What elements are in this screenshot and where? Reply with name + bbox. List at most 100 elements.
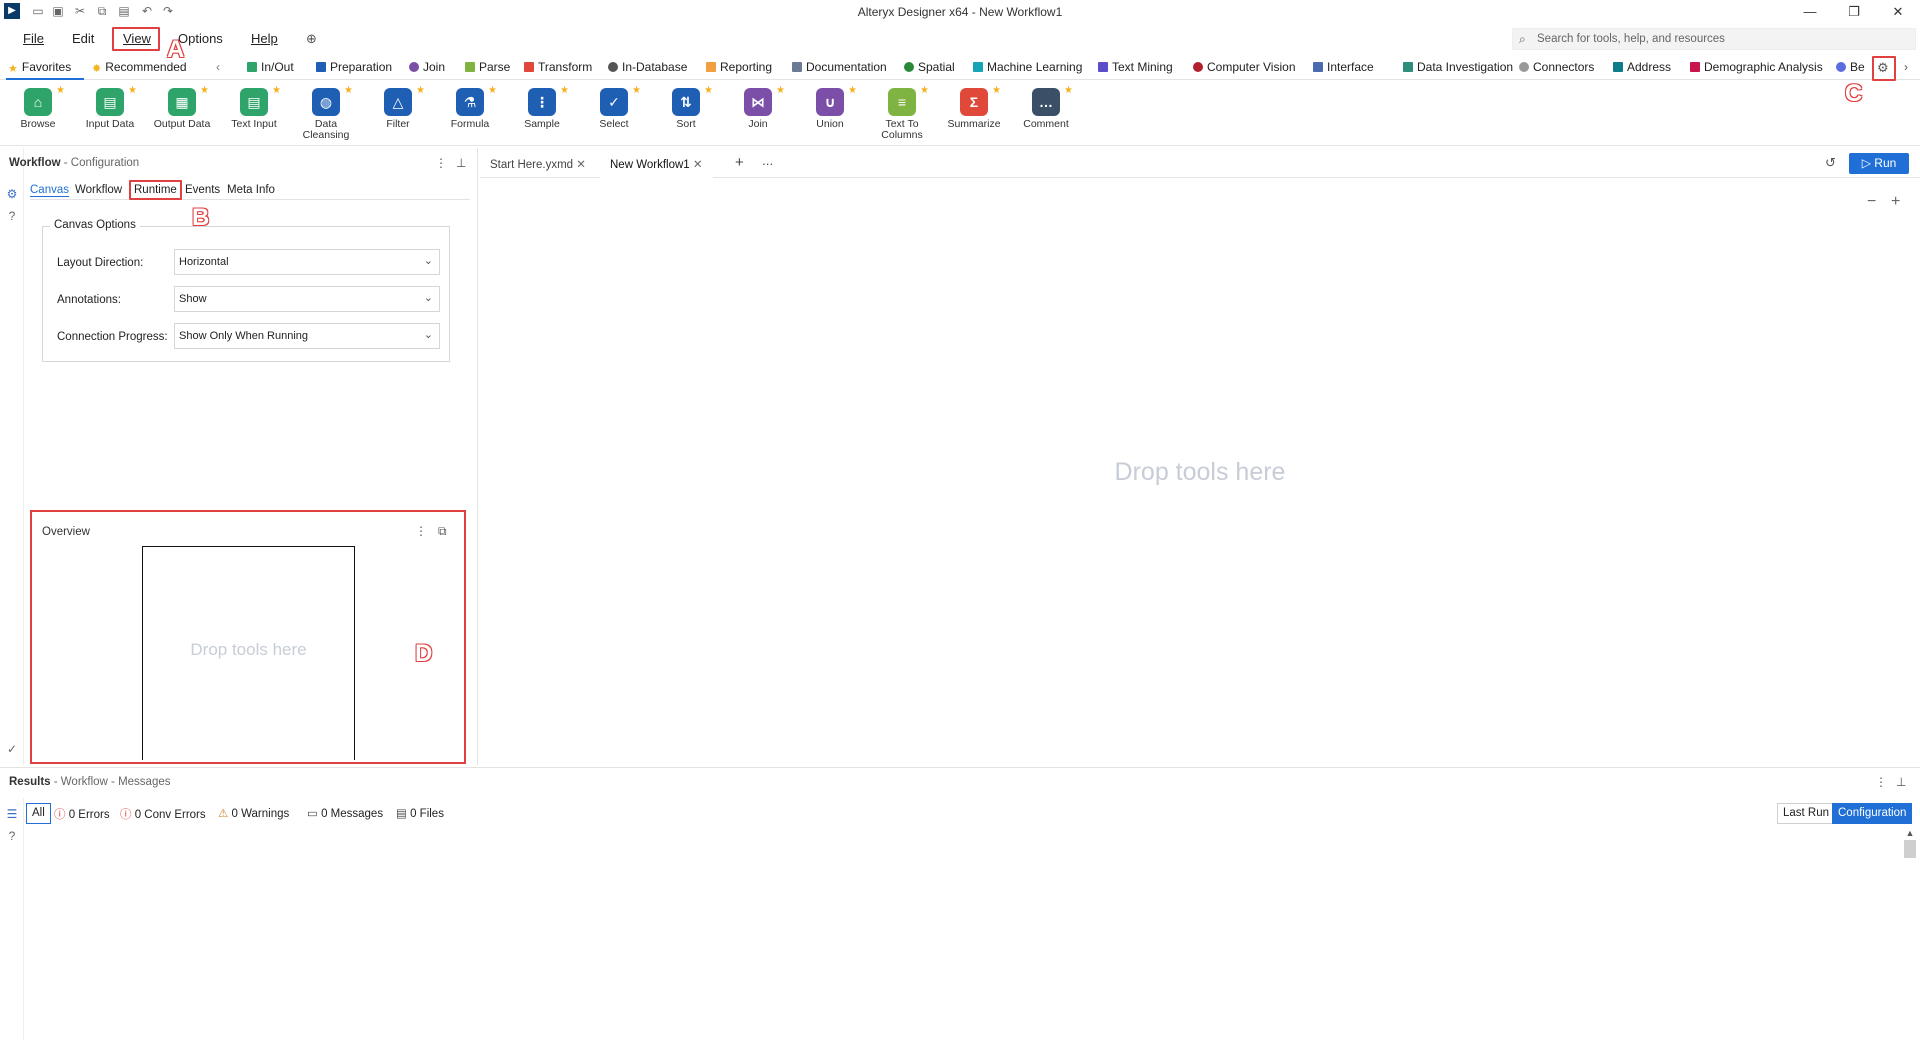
palette-tab-demographic-analysis[interactable]: Demographic Analysis: [1690, 60, 1823, 74]
new-tab-icon[interactable]: +: [725, 150, 754, 178]
results-scrollbar[interactable]: ▲: [1904, 828, 1916, 1040]
favorite-star-icon[interactable]: ★: [272, 85, 281, 96]
favorite-star-icon[interactable]: ★: [344, 85, 353, 96]
minimize-button[interactable]: —: [1795, 2, 1825, 22]
favorite-star-icon[interactable]: ★: [704, 85, 713, 96]
favorite-star-icon[interactable]: ★: [920, 85, 929, 96]
scroll-right-icon[interactable]: ›: [1904, 60, 1908, 74]
connection-progress-select[interactable]: Show Only When Running ⌄: [174, 323, 440, 349]
restore-button[interactable]: ❐: [1839, 2, 1869, 22]
favorite-star-icon[interactable]: ★: [128, 85, 137, 96]
palette-tab-interface[interactable]: Interface: [1313, 60, 1374, 74]
favorite-star-icon[interactable]: ★: [1064, 85, 1073, 96]
results-pin-icon[interactable]: ⊥: [1896, 775, 1906, 789]
help-icon[interactable]: ?: [5, 209, 19, 223]
palette-tab-parse[interactable]: Parse: [465, 60, 510, 74]
tab-workflow[interactable]: Workflow: [75, 184, 122, 196]
overview-menu-icon[interactable]: ⋮: [415, 524, 427, 538]
tool-browse[interactable]: ★ ⌂ Browse: [3, 85, 73, 130]
palette-tab-spatial[interactable]: Spatial: [904, 60, 955, 74]
favorite-star-icon[interactable]: ★: [560, 85, 569, 96]
panel-menu-icon[interactable]: ⋮: [435, 156, 447, 170]
palette-tab-recommended[interactable]: ✸ Recommended: [92, 60, 187, 75]
tool-formula[interactable]: ★ ⚗ Formula: [435, 85, 505, 130]
palette-tab-documentation[interactable]: Documentation: [792, 60, 887, 74]
favorite-star-icon[interactable]: ★: [488, 85, 497, 96]
last-run-button[interactable]: Last Run: [1777, 803, 1836, 824]
tool-text-to-columns[interactable]: ★ ≡ Text To Columns: [867, 85, 937, 141]
favorite-star-icon[interactable]: ★: [200, 85, 209, 96]
tab-meta-info[interactable]: Meta Info: [227, 184, 275, 196]
scroll-up-icon[interactable]: ▲: [1904, 828, 1916, 838]
palette-tab-text-mining[interactable]: Text Mining: [1098, 60, 1173, 74]
palette-tab-address[interactable]: Address: [1613, 60, 1671, 74]
check-circle-icon[interactable]: ✓: [5, 742, 19, 756]
tool-select[interactable]: ★ ✓ Select: [579, 85, 649, 130]
menu-options[interactable]: Options: [178, 31, 223, 46]
favorite-star-icon[interactable]: ★: [56, 85, 65, 96]
palette-tab-join[interactable]: Join: [409, 60, 445, 74]
close-button[interactable]: ✕: [1883, 2, 1913, 22]
filter-messages[interactable]: ▭ 0 Messages: [307, 806, 383, 820]
palette-tab-favorites[interactable]: ★ Favorites: [8, 60, 71, 75]
search-input[interactable]: ⌕ Search for tools, help, and resources: [1512, 28, 1916, 50]
palette-tab-machine-learning[interactable]: Machine Learning: [973, 60, 1082, 74]
tool-comment[interactable]: ★ … Comment: [1011, 85, 1081, 130]
list-icon[interactable]: ☰: [5, 807, 19, 821]
results-help-icon[interactable]: ?: [5, 829, 19, 843]
menu-file[interactable]: File: [23, 31, 44, 46]
filter-conv-errors[interactable]: ⓘ 0 Conv Errors: [120, 806, 206, 822]
tool-input-data[interactable]: ★ ▤ Input Data: [75, 85, 145, 130]
favorite-star-icon[interactable]: ★: [776, 85, 785, 96]
results-menu-icon[interactable]: ⋮: [1875, 775, 1887, 789]
scroll-thumb[interactable]: [1904, 840, 1916, 858]
palette-tab-preparation[interactable]: Preparation: [316, 60, 392, 74]
config-gear-icon[interactable]: ⚙: [5, 187, 19, 201]
more-tabs-icon[interactable]: ⋯: [752, 150, 784, 178]
tool-union[interactable]: ★ ∪ Union: [795, 85, 865, 130]
favorite-star-icon[interactable]: ★: [416, 85, 425, 96]
palette-tab-in-database[interactable]: In-Database: [608, 60, 687, 74]
filter-warnings[interactable]: ⚠ 0 Warnings: [218, 806, 289, 820]
tool-summarize[interactable]: ★ Σ Summarize: [939, 85, 1009, 130]
scroll-left-icon[interactable]: ‹: [216, 60, 220, 74]
tab-events[interactable]: Events: [185, 184, 220, 196]
run-button[interactable]: ▷ Run: [1849, 153, 1909, 174]
pin-icon[interactable]: ⊥: [456, 156, 466, 170]
palette-tab-be[interactable]: Be: [1836, 60, 1865, 74]
favorite-star-icon[interactable]: ★: [632, 85, 641, 96]
filter-errors[interactable]: ⓘ 0 Errors: [54, 806, 110, 822]
annotations-select[interactable]: Show ⌄: [174, 286, 440, 312]
layout-direction-select[interactable]: Horizontal ⌄: [174, 249, 440, 275]
palette-tab-reporting[interactable]: Reporting: [706, 60, 772, 74]
favorite-star-icon[interactable]: ★: [992, 85, 1001, 96]
globe-icon[interactable]: ⊕: [306, 31, 317, 47]
menu-edit[interactable]: Edit: [72, 31, 94, 46]
filter-all[interactable]: All: [26, 803, 51, 824]
tool-join[interactable]: ★ ⋈ Join: [723, 85, 793, 130]
tab-canvas[interactable]: Canvas: [30, 184, 69, 197]
tool-sort[interactable]: ★ ⇅ Sort: [651, 85, 721, 130]
close-tab-icon[interactable]: ✕: [693, 159, 703, 171]
tool-text-input[interactable]: ★ ▤ Text Input: [219, 85, 289, 130]
configuration-button[interactable]: Configuration: [1832, 803, 1913, 824]
favorite-star-icon[interactable]: ★: [848, 85, 857, 96]
tool-filter[interactable]: ★ △ Filter: [363, 85, 433, 130]
history-icon[interactable]: ↺: [1825, 155, 1836, 171]
palette-tab-in-out[interactable]: In/Out: [247, 60, 294, 74]
close-tab-icon[interactable]: ✕: [576, 159, 586, 171]
tool-output-data[interactable]: ★ ▦ Output Data: [147, 85, 217, 130]
palette-tab-connectors[interactable]: Connectors: [1519, 60, 1594, 74]
settings-gear-icon[interactable]: ⚙: [1877, 60, 1889, 76]
tool-sample[interactable]: ★ ⋮ Sample: [507, 85, 577, 130]
menu-help[interactable]: Help: [251, 31, 278, 46]
palette-tab-transform[interactable]: Transform: [524, 60, 592, 74]
tool-data-cleansing[interactable]: ★ ◍ Data Cleansing: [291, 85, 361, 141]
config-panel-title: Workflow - Configuration: [9, 157, 140, 169]
palette-tab-data-investigation[interactable]: Data Investigation: [1403, 60, 1513, 74]
filter-files[interactable]: ▤ 0 Files: [396, 806, 444, 820]
overview-popout-icon[interactable]: ⧉: [438, 524, 447, 539]
palette-tab-computer-vision[interactable]: Computer Vision: [1193, 60, 1296, 74]
doc-tab-new-workflow[interactable]: New Workflow1 ✕: [600, 150, 713, 178]
doc-tab-start-here[interactable]: Start Here.yxmd ✕: [480, 150, 596, 178]
